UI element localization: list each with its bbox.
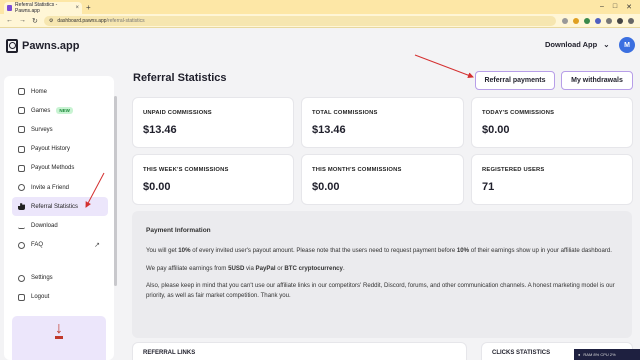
- arrow-to-referral-payments: [414, 54, 474, 79]
- taskbar-monitor: ● RAM 8% CPU 2%: [574, 349, 640, 360]
- monitor-icon: ●: [578, 352, 581, 357]
- arrow-to-referral-statistics: [85, 172, 105, 208]
- annotation-arrows: [85, 54, 474, 208]
- taskbar-text: RAM 8% CPU 2%: [583, 352, 616, 357]
